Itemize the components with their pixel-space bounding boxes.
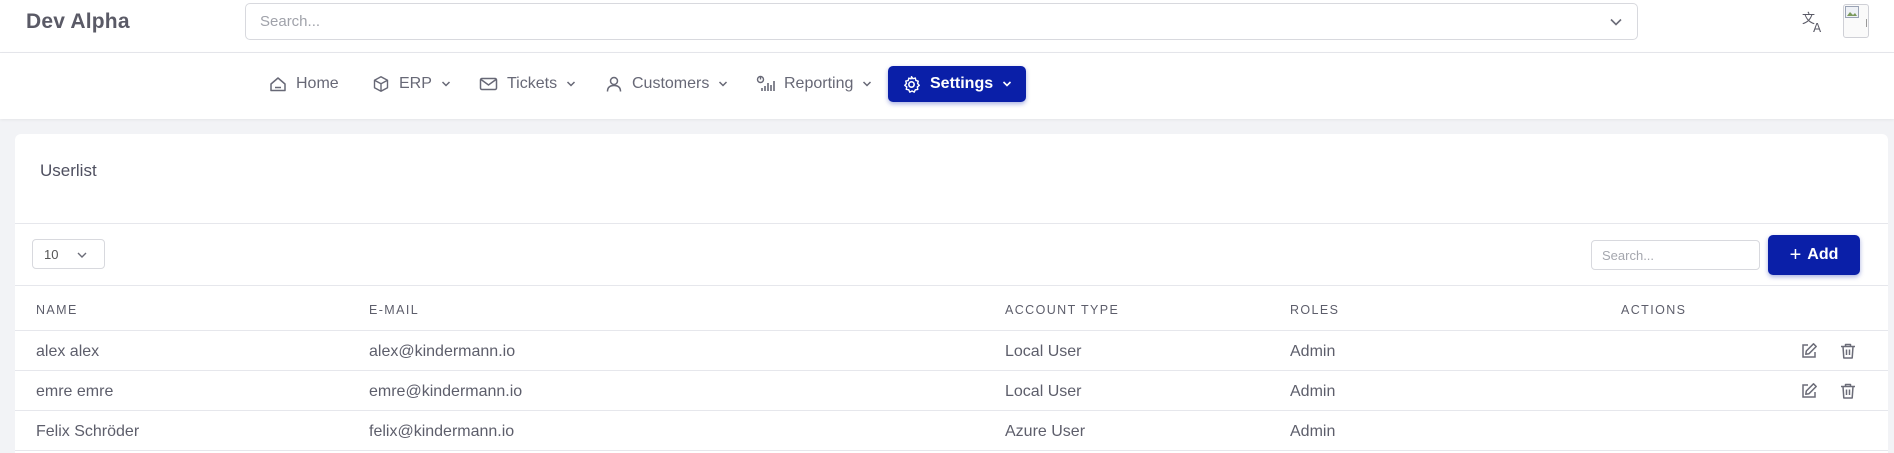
column-header-account-type[interactable]: ACCOUNT TYPE xyxy=(1005,303,1119,317)
edit-icon[interactable] xyxy=(1800,382,1818,400)
cell-roles: Admin xyxy=(1290,383,1336,400)
table-row[interactable]: alex alex alex@kindermann.io Local User … xyxy=(15,331,1888,371)
chevron-down-icon xyxy=(76,249,88,264)
column-header-email[interactable]: E-MAIL xyxy=(369,303,419,317)
svg-text:A: A xyxy=(1813,21,1822,35)
mail-icon xyxy=(479,77,498,91)
nav-item-label: Home xyxy=(296,75,339,92)
chevron-down-icon[interactable] xyxy=(1609,15,1623,34)
column-header-name[interactable]: NAME xyxy=(36,303,78,317)
cell-name: emre emre xyxy=(36,383,114,400)
cell-account-type: Azure User xyxy=(1005,423,1086,440)
divider xyxy=(15,223,1888,224)
cell-name: alex alex xyxy=(36,343,100,360)
trash-icon[interactable] xyxy=(1839,342,1857,360)
nav-item-label: Tickets xyxy=(507,75,558,92)
cell-roles: Admin xyxy=(1290,423,1336,440)
table-row[interactable]: emre emre emre@kindermann.io Local User … xyxy=(15,371,1888,411)
chevron-down-icon xyxy=(441,81,450,87)
edit-icon[interactable] xyxy=(1800,342,1818,360)
cell-email: alex@kindermann.io xyxy=(369,343,516,360)
gear-icon xyxy=(904,75,921,93)
nav-item-erp[interactable]: ERP xyxy=(372,66,451,102)
table-search-input[interactable] xyxy=(1592,241,1752,269)
user-icon xyxy=(606,76,622,92)
cell-name: Felix Schröder xyxy=(36,423,140,440)
nav-item-tickets[interactable]: Tickets xyxy=(479,66,576,102)
home-icon xyxy=(270,77,286,92)
global-search-input[interactable] xyxy=(246,4,1586,39)
top-bar: Dev Alpha 文 A xyxy=(0,0,1894,53)
cell-account-type: Local User xyxy=(1005,383,1082,400)
nav-item-label: Reporting xyxy=(784,75,854,92)
cell-account-type: Local User xyxy=(1005,343,1082,360)
trash-icon[interactable] xyxy=(1839,382,1857,400)
page-size-value: 10 xyxy=(44,247,59,262)
global-search[interactable] xyxy=(245,3,1638,40)
column-header-actions: ACTIONS xyxy=(1621,303,1687,317)
nav-item-reporting[interactable]: Reporting xyxy=(756,66,872,102)
chevron-down-icon xyxy=(863,81,872,87)
nav-item-settings[interactable]: Settings xyxy=(888,66,1027,102)
cube-icon xyxy=(373,76,389,92)
page-size-select[interactable]: 10 xyxy=(32,239,105,269)
chevron-down-icon xyxy=(719,81,728,87)
divider xyxy=(1866,19,1867,27)
cell-email: emre@kindermann.io xyxy=(369,383,523,400)
nav-item-label: Customers xyxy=(632,75,710,92)
avatar[interactable] xyxy=(1843,4,1869,38)
column-header-roles[interactable]: ROLES xyxy=(1290,303,1339,317)
plus-icon: + xyxy=(1789,244,1802,266)
table-search[interactable] xyxy=(1591,240,1760,270)
chevron-down-icon xyxy=(567,81,576,87)
nav-item-label: ERP xyxy=(399,75,432,92)
table-row[interactable]: Felix Schröder felix@kindermann.io Azure… xyxy=(15,411,1888,451)
cell-email: felix@kindermann.io xyxy=(369,423,515,440)
table-header: NAME E-MAIL ACCOUNT TYPE ROLES ACTIONS xyxy=(15,285,1888,331)
chevron-down-icon xyxy=(1003,81,1012,87)
add-button-label: Add xyxy=(1807,246,1839,263)
nav-item-customers[interactable]: Customers xyxy=(605,66,728,102)
chart-icon xyxy=(756,75,775,91)
add-user-button[interactable]: + Add xyxy=(1768,235,1860,275)
cell-roles: Admin xyxy=(1290,343,1336,360)
translate-icon[interactable]: 文 A xyxy=(1800,9,1826,35)
nav-item-home[interactable]: Home xyxy=(269,66,339,102)
main-nav: Home ERP Tickets Customers Reporting Set… xyxy=(0,53,1894,119)
broken-image-icon xyxy=(1845,6,1859,18)
userlist-card: Userlist 10 + Add NAME E-MAIL ACCOUNT TY… xyxy=(15,134,1888,453)
app-brand[interactable]: Dev Alpha xyxy=(26,10,130,34)
nav-item-label: Settings xyxy=(930,75,994,92)
card-title: Userlist xyxy=(40,161,97,180)
